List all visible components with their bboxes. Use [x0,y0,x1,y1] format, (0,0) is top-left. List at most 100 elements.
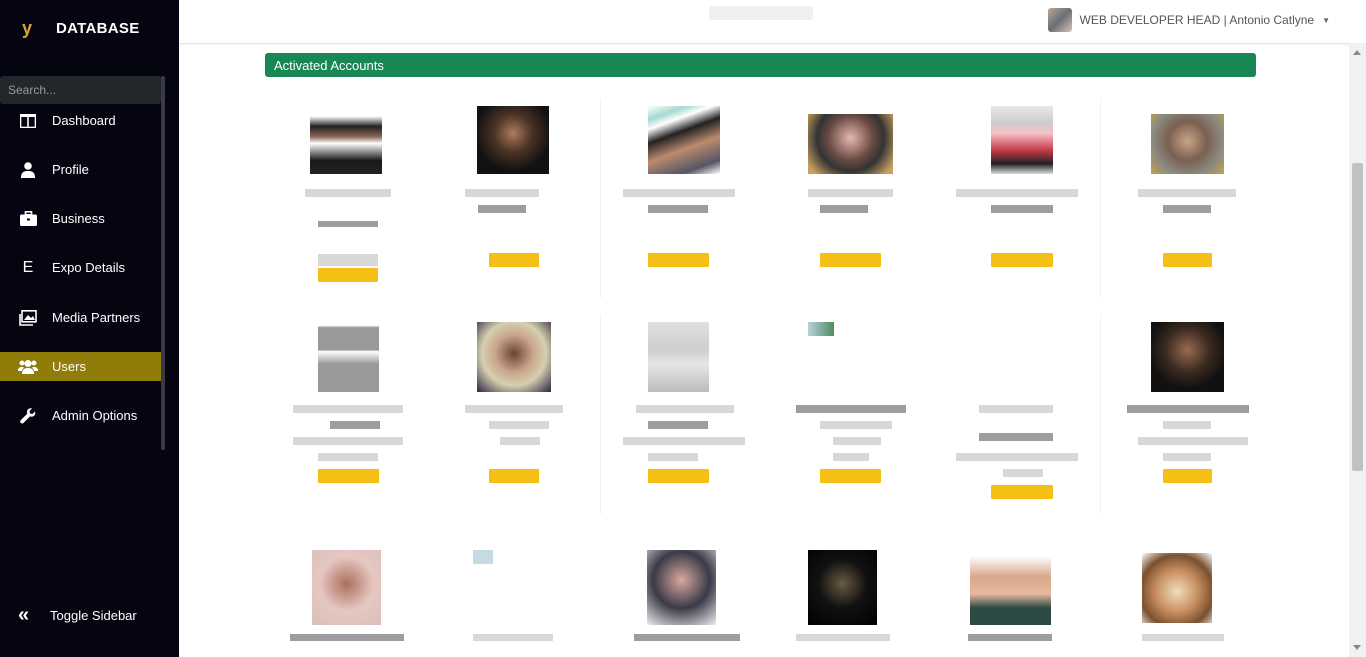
redacted-text [293,405,403,413]
column-divider [600,314,601,514]
avatar [1142,553,1212,623]
search-input[interactable] [0,76,161,104]
redacted-text [465,189,539,197]
redacted-text [648,453,698,461]
status-badge [648,469,709,483]
scroll-down-icon[interactable] [1353,645,1361,650]
redacted-text [796,634,890,641]
redacted-text [820,421,892,429]
redacted-text [1163,421,1211,429]
sidebar-item-expo-details[interactable]: E Expo Details [0,253,161,282]
avatar [477,106,549,174]
letter-e-icon: E [22,258,34,276]
brand[interactable]: y DATABASE [22,18,140,39]
scroll-up-icon[interactable] [1353,50,1361,55]
avatar [648,322,709,392]
redacted-text [623,437,745,445]
sidebar-item-admin-options[interactable]: Admin Options [0,401,161,430]
avatar [1047,8,1072,32]
avatar [647,550,716,625]
column-divider [1100,314,1101,514]
redacted-text [1142,634,1224,641]
sidebar-item-label: Admin Options [52,408,138,423]
redacted-text [1138,437,1248,445]
user-icon [18,161,38,179]
redacted-text [648,421,708,429]
topbar-blurred-title [709,6,813,20]
redacted-text [833,437,881,445]
sidebar-item-profile[interactable]: Profile [0,155,161,184]
redacted-text [1163,205,1211,213]
status-badge [1163,469,1212,483]
avatar [310,106,382,174]
page-scrollbar[interactable] [1349,43,1366,657]
redacted-text [833,453,869,461]
redacted-text [968,634,1052,641]
avatar [991,106,1053,174]
caret-down-icon: ▼ [1322,15,1330,25]
redacted-text [796,405,906,413]
redacted-text [305,189,391,197]
sidebar-item-business[interactable]: Business [0,204,161,233]
images-icon [18,309,38,327]
redacted-text [636,405,734,413]
user-menu[interactable]: WEB DEVELOPER HEAD | Antonio Catlyne ▼ [1047,8,1330,32]
sidebar-item-label: Expo Details [52,260,125,275]
sidebar-item-dashboard[interactable]: Dashboard [0,106,161,135]
user-role-label: WEB DEVELOPER HEAD | Antonio Catlyne [1079,13,1315,27]
avatar [808,322,834,336]
redacted-text [956,189,1078,197]
status-badge [489,469,539,483]
redacted-text [330,421,380,429]
status-badge [1163,253,1212,267]
redacted-text [648,205,708,213]
double-chevron-left-icon: « [18,604,30,626]
avatar [312,550,381,625]
status-badge [648,253,709,267]
redacted-text [318,453,378,461]
sidebar-item-label: Users [52,359,86,374]
avatar [970,556,1051,625]
redacted-text [473,634,553,641]
users-icon [18,358,38,376]
sidebar-scrollbar[interactable] [161,76,165,450]
redacted-text [318,254,378,266]
redacted-text [956,453,1078,461]
redacted-text [478,205,526,213]
redacted-text [979,405,1053,413]
sidebar-item-label: Business [52,211,105,226]
avatar [808,114,893,174]
toggle-sidebar-button[interactable]: « Toggle Sidebar [18,604,137,626]
avatar [318,322,379,392]
redacted-text [318,221,378,227]
activated-accounts-header: Activated Accounts [265,53,1256,77]
scroll-thumb[interactable] [1352,163,1363,471]
redacted-text [465,405,563,413]
sidebar-item-users[interactable]: Users [0,352,161,381]
column-divider [600,98,601,298]
redacted-text [500,437,540,445]
redacted-text [1138,189,1236,197]
redacted-text [290,634,404,641]
redacted-text [1127,405,1249,413]
avatar [477,322,551,392]
panel-title: Activated Accounts [274,57,384,73]
status-badge [318,469,379,483]
status-badge [820,253,881,267]
toggle-sidebar-label: Toggle Sidebar [50,607,137,623]
redacted-text [623,189,735,197]
sidebar-item-label: Dashboard [52,113,116,128]
status-badge [820,469,881,483]
redacted-text [634,634,740,641]
brand-logo-icon: y [22,18,33,38]
redacted-text [293,437,403,445]
redacted-text [991,205,1053,213]
sidebar-item-media-partners[interactable]: Media Partners [0,303,161,332]
redacted-text [1003,469,1043,477]
sidebar-item-label: Media Partners [52,310,141,325]
redacted-text [979,433,1053,441]
status-badge [318,268,378,282]
avatar [473,550,493,564]
status-badge [991,253,1053,267]
avatar [648,106,720,174]
